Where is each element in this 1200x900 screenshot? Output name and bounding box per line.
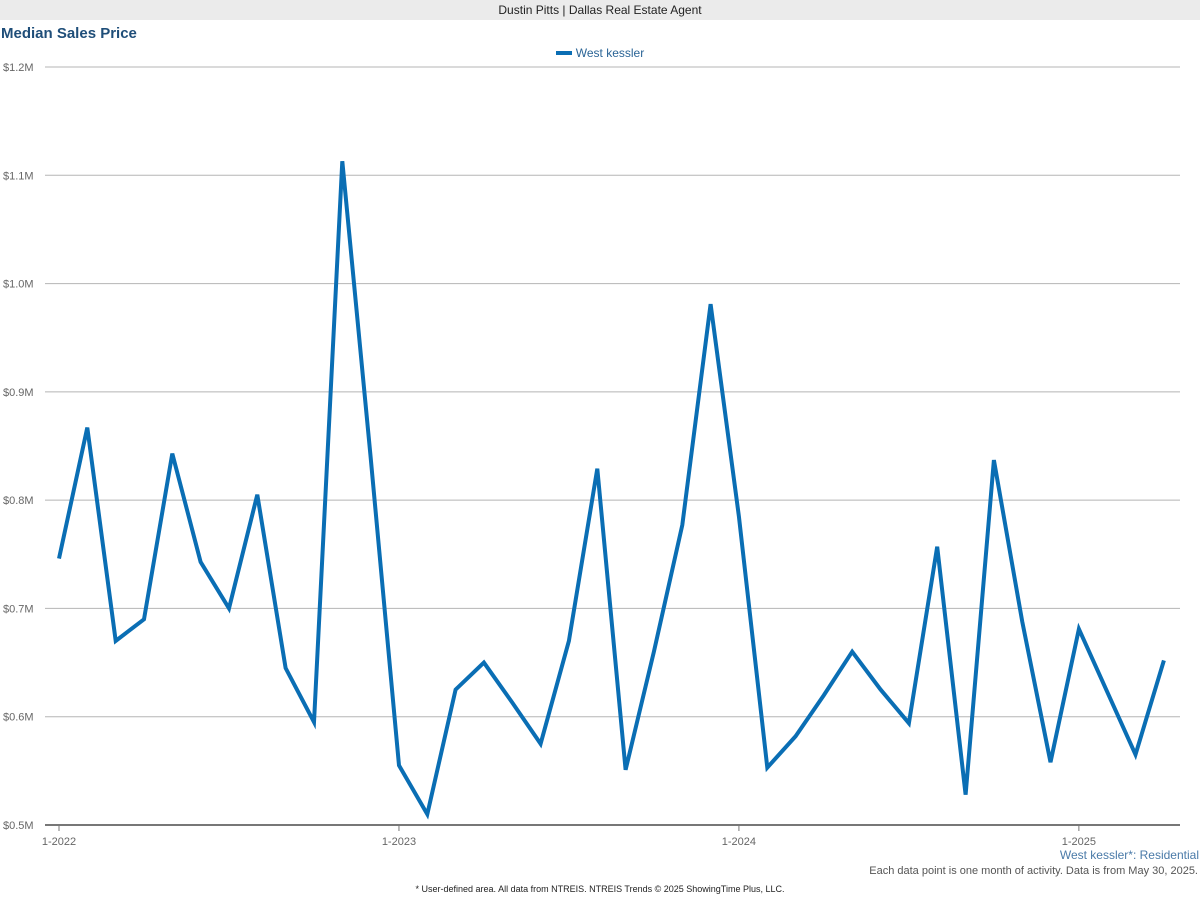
data-point (794, 734, 798, 738)
data-point (850, 650, 854, 654)
data-point (1162, 658, 1166, 662)
y-tick-label: $0.6M (3, 712, 34, 724)
data-point (114, 639, 118, 643)
data-point (57, 557, 61, 561)
data-point (539, 742, 543, 746)
data-point (369, 455, 373, 459)
line-chart: $0.5M $0.6M $0.7M $0.8M $0.9M $1.0M $1.1M $1.2M… (3, 62, 1180, 848)
data-point (1134, 753, 1138, 757)
x-tick-label: 1-2025 (1062, 836, 1096, 848)
data-point (822, 693, 826, 697)
data-point (765, 766, 769, 770)
data-point (1049, 760, 1053, 764)
data-point (680, 523, 684, 527)
data-point (255, 493, 259, 497)
y-tick-label: $1.0M (3, 279, 34, 291)
data-point (709, 302, 713, 306)
data-point (595, 467, 599, 471)
data-point (227, 606, 231, 610)
data-point (482, 661, 486, 665)
y-tick-label: $1.1M (3, 170, 34, 182)
x-tick-label: 1-2024 (722, 836, 756, 848)
data-point (85, 426, 89, 430)
data-note: Each data point is one month of activity… (869, 865, 1198, 877)
data-point (907, 721, 911, 725)
data-point (284, 666, 288, 670)
x-tick-label: 1-2023 (382, 836, 416, 848)
data-point (567, 639, 571, 643)
data-point (312, 720, 316, 724)
data-point (652, 650, 656, 654)
data-point (1077, 627, 1081, 631)
data-point (935, 545, 939, 549)
data-point (170, 452, 174, 456)
y-tick-label: $0.7M (3, 603, 34, 615)
source-note: * User-defined area. All data from NTREI… (415, 884, 785, 894)
y-tick-label: $0.8M (3, 495, 34, 507)
data-point (425, 812, 429, 816)
data-point (397, 763, 401, 767)
data-point (992, 458, 996, 462)
y-tick-label: $0.5M (3, 820, 34, 832)
data-point (624, 768, 628, 772)
data-point (1105, 690, 1109, 694)
data-point (879, 688, 883, 692)
y-tick-label: $0.9M (3, 387, 34, 399)
data-point (510, 701, 514, 705)
data-point (1020, 619, 1024, 623)
data-point (737, 514, 741, 518)
data-point (340, 159, 344, 163)
data-point (199, 560, 203, 564)
data-point (964, 793, 968, 797)
x-tick-label: 1-2022 (42, 836, 76, 848)
y-tick-label: $1.2M (3, 62, 34, 74)
area-label: West kessler*: Residential (1059, 848, 1199, 862)
data-point (454, 688, 458, 692)
data-point (142, 617, 146, 621)
